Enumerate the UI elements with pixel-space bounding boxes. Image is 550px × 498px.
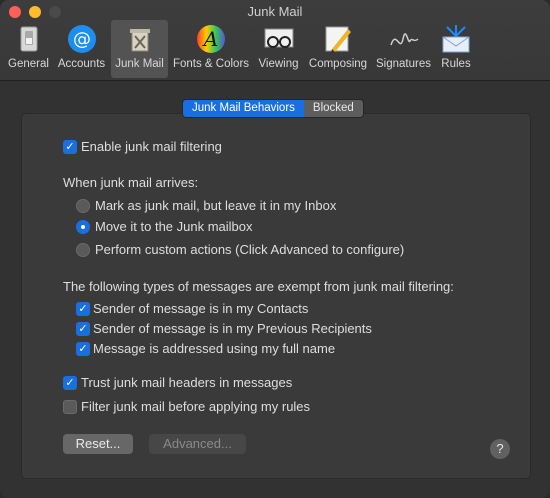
- tab-label: Rules: [441, 58, 471, 70]
- exempt-label: Sender of message is in my Contacts: [93, 301, 309, 316]
- segmented-control: Junk Mail Behaviors Blocked: [182, 99, 364, 118]
- enable-filtering-checkbox[interactable]: ✓: [63, 140, 77, 154]
- radio-label: Move it to the Junk mailbox: [95, 219, 253, 234]
- trust-headers-label: Trust junk mail headers in messages: [81, 375, 293, 390]
- exempt-heading: The following types of messages are exem…: [63, 279, 454, 294]
- radio-label: Perform custom actions (Click Advanced t…: [95, 242, 405, 257]
- exempt-label: Message is addressed using my full name: [93, 341, 336, 356]
- tab-label: Signatures: [376, 58, 431, 70]
- exempt-full-name-checkbox[interactable]: ✓: [76, 342, 90, 356]
- tab-signatures[interactable]: Signatures: [375, 20, 432, 78]
- tab-viewing[interactable]: Viewing: [256, 20, 301, 78]
- arrives-heading: When junk mail arrives:: [63, 175, 199, 190]
- tab-general[interactable]: General: [6, 20, 51, 78]
- svg-text:@: @: [73, 29, 91, 50]
- tab-label: Accounts: [57, 58, 106, 70]
- segment-junk-mail-behaviors[interactable]: Junk Mail Behaviors: [183, 100, 304, 117]
- junk-trash-icon: [124, 23, 156, 55]
- trust-headers-checkbox[interactable]: ✓: [63, 376, 77, 390]
- help-button[interactable]: ?: [490, 439, 510, 459]
- tab-label: Fonts & Colors: [172, 58, 250, 70]
- tab-label: General: [8, 58, 49, 70]
- exempt-label: Sender of message is in my Previous Reci…: [93, 321, 372, 336]
- window-title: Junk Mail: [247, 4, 303, 19]
- color-a-icon: A: [195, 23, 227, 55]
- pencil-icon: [322, 23, 354, 55]
- reset-button[interactable]: Reset...: [63, 434, 133, 454]
- tab-rules[interactable]: Rules: [438, 20, 474, 78]
- tab-label: Junk Mail: [115, 58, 164, 70]
- signature-icon: [388, 23, 420, 55]
- settings-panel: [21, 113, 531, 479]
- at-sign-icon: @: [66, 23, 98, 55]
- radio-label: Mark as junk mail, but leave it in my In…: [95, 198, 337, 213]
- preferences-window: Junk Mail General @ Accounts Junk Mail A: [0, 0, 550, 498]
- filter-before-rules-checkbox[interactable]: [63, 400, 77, 414]
- tab-junk-mail[interactable]: Junk Mail: [111, 20, 168, 78]
- advanced-button[interactable]: Advanced...: [149, 434, 246, 454]
- radio-move-to-junk[interactable]: [76, 220, 90, 234]
- segment-blocked[interactable]: Blocked: [303, 100, 363, 117]
- radio-mark-as-junk[interactable]: [76, 199, 90, 213]
- tab-label: Composing: [308, 58, 368, 70]
- tab-composing[interactable]: Composing: [306, 20, 370, 78]
- rules-envelope-icon: [440, 23, 472, 55]
- exempt-contacts-checkbox[interactable]: ✓: [76, 302, 90, 316]
- filter-before-rules-label: Filter junk mail before applying my rule…: [81, 399, 311, 414]
- tab-fonts-colors[interactable]: A Fonts & Colors: [171, 20, 251, 78]
- glasses-icon: [263, 23, 295, 55]
- titlebar: Junk Mail General @ Accounts Junk Mail A: [0, 0, 550, 81]
- general-switch-icon: [13, 23, 45, 55]
- enable-filtering-label: Enable junk mail filtering: [81, 139, 222, 154]
- tab-accounts[interactable]: @ Accounts: [55, 20, 108, 78]
- exempt-previous-recipients-checkbox[interactable]: ✓: [76, 322, 90, 336]
- svg-text:A: A: [202, 27, 218, 51]
- radio-custom-actions[interactable]: [76, 243, 90, 257]
- tab-label: Viewing: [258, 58, 299, 70]
